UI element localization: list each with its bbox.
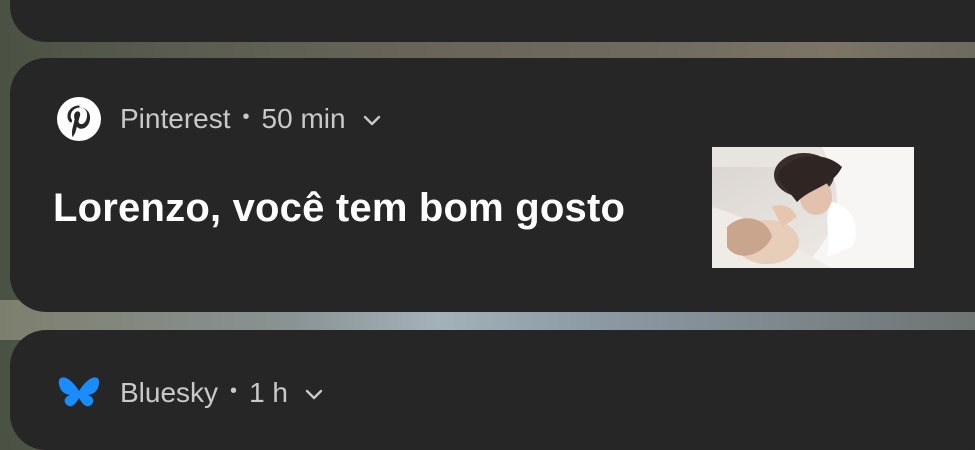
pinterest-icon xyxy=(56,96,102,142)
timestamp: 50 min xyxy=(261,103,346,134)
notification-card-bluesky[interactable]: Bluesky • 1 h xyxy=(10,330,975,450)
timestamp: 1 h xyxy=(249,377,288,408)
app-name: Pinterest xyxy=(120,103,231,134)
app-name: Bluesky xyxy=(120,377,219,408)
notification-header: Pinterest • 50 min xyxy=(56,96,384,142)
notification-header: Bluesky • 1 h xyxy=(56,370,326,416)
separator: • xyxy=(230,379,238,402)
notification-title: Lorenzo, você tem bom gosto xyxy=(53,186,626,230)
bluesky-butterfly-icon xyxy=(56,370,102,416)
chevron-down-icon[interactable] xyxy=(302,381,326,405)
notification-thumbnail[interactable] xyxy=(712,147,914,268)
chevron-down-icon[interactable] xyxy=(360,107,384,131)
notification-card-previous[interactable] xyxy=(10,0,975,42)
separator: • xyxy=(242,105,250,128)
notification-card-pinterest[interactable]: Pinterest • 50 min Lorenzo, você tem bom… xyxy=(10,58,975,312)
